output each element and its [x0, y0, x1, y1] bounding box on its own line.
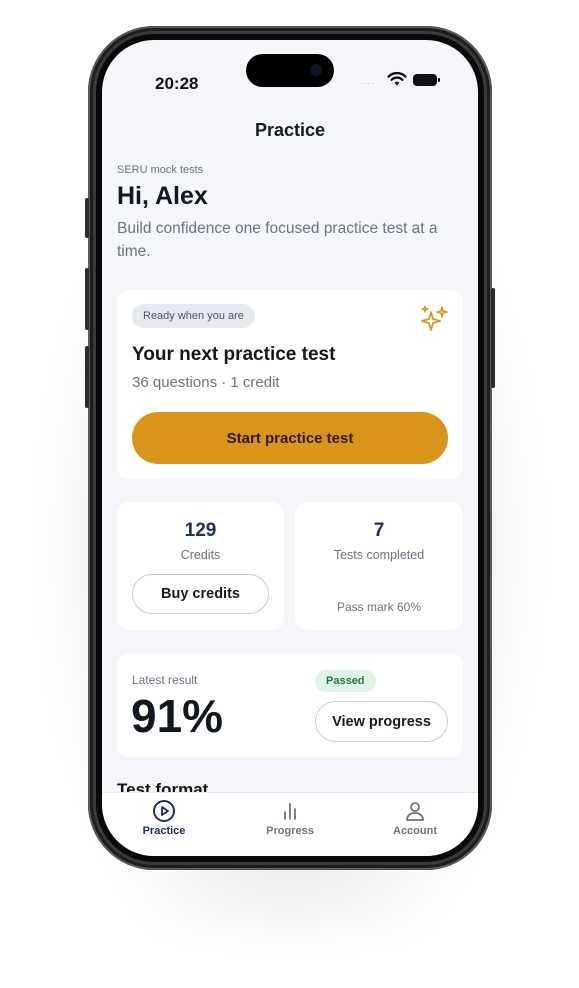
ready-badge: Ready when you are: [132, 304, 255, 328]
next-test-meta: 36 questions · 1 credit: [132, 374, 280, 391]
tab-progress-label: Progress: [266, 825, 314, 837]
tests-completed-value: 7: [373, 520, 385, 541]
screen: 20:28 .... Practice SERU mock tests Hi, …: [102, 40, 478, 856]
eyebrow-label: SERU mock tests: [117, 164, 204, 176]
start-practice-test-button[interactable]: Start practice test: [132, 412, 448, 464]
tab-account-label: Account: [393, 825, 437, 837]
power-button: [491, 288, 495, 388]
tab-bar: Practice Progress Account: [102, 792, 478, 856]
latest-result-card: Latest result 91% Passed View progress: [117, 653, 463, 757]
next-test-card: Ready when you are Your next practice te…: [117, 290, 463, 479]
dynamic-island: [246, 54, 334, 87]
status-bar: 20:28 ....: [102, 40, 478, 110]
status-time: 20:28: [155, 74, 199, 93]
tab-practice-label: Practice: [142, 825, 186, 837]
view-progress-button[interactable]: View progress: [315, 701, 448, 742]
camera-icon: [310, 64, 322, 76]
pass-mark-label: Pass mark 60%: [336, 600, 422, 614]
greeting-heading: Hi, Alex: [117, 182, 208, 210]
buy-credits-button[interactable]: Buy credits: [132, 574, 269, 614]
credits-value: 129: [184, 520, 217, 541]
next-test-title: Your next practice test: [132, 344, 336, 365]
tests-completed-card: 7 Tests completed Pass mark 60%: [295, 502, 463, 630]
credits-card: 129 Credits Buy credits: [117, 502, 284, 630]
latest-result-score: 91%: [131, 690, 224, 742]
greeting-subtitle: Build confidence one focused practice te…: [117, 220, 438, 260]
credits-label: Credits: [180, 548, 221, 562]
passed-badge: Passed: [315, 670, 376, 692]
volume-up-button: [85, 268, 89, 330]
tests-completed-label: Tests completed: [333, 548, 425, 562]
tab-account[interactable]: Account: [370, 799, 460, 837]
sparkles-icon: [421, 305, 448, 331]
wifi-icon: [387, 72, 407, 86]
action-button: [85, 198, 89, 238]
volume-down-button: [85, 346, 89, 408]
person-icon: [406, 802, 424, 821]
bar-chart-icon: [284, 803, 296, 820]
page-title: Practice: [254, 120, 326, 140]
play-circle-icon: [153, 800, 175, 822]
signal-icon: ....: [360, 76, 376, 87]
phone-frame: 20:28 .... Practice SERU mock tests Hi, …: [85, 26, 495, 870]
tab-practice[interactable]: Practice: [119, 799, 209, 837]
battery-icon: [413, 74, 440, 86]
header-block: SERU mock tests Hi, Alex Build confidenc…: [117, 164, 463, 263]
latest-result-label: Latest result: [132, 673, 198, 687]
tab-progress[interactable]: Progress: [245, 799, 335, 837]
